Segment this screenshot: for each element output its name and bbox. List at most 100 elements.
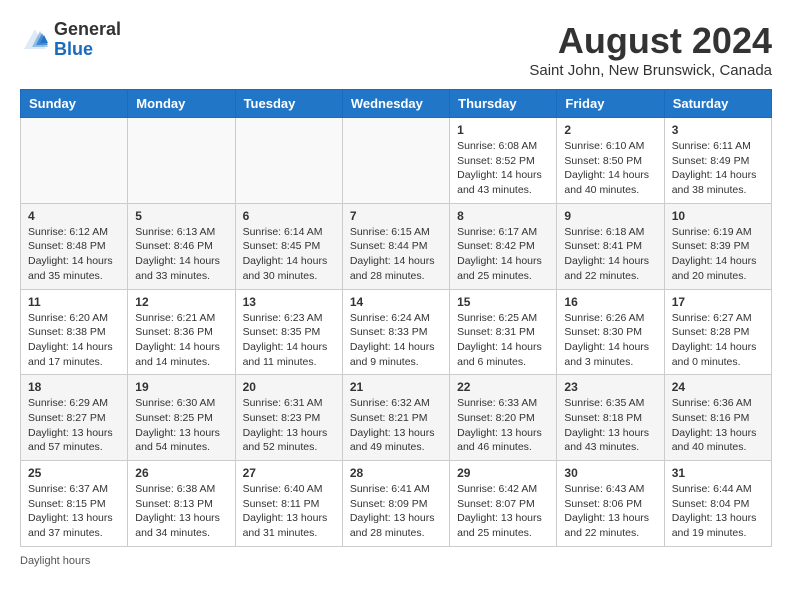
day-info: Sunrise: 6:23 AM Sunset: 8:35 PM Dayligh… <box>243 311 335 370</box>
calendar-week-row: 11Sunrise: 6:20 AM Sunset: 8:38 PM Dayli… <box>21 289 772 375</box>
day-number: 20 <box>243 380 335 394</box>
day-info: Sunrise: 6:13 AM Sunset: 8:46 PM Dayligh… <box>135 225 227 284</box>
logo-blue: Blue <box>54 39 93 59</box>
day-number: 17 <box>672 295 764 309</box>
calendar-cell: 14Sunrise: 6:24 AM Sunset: 8:33 PM Dayli… <box>342 289 449 375</box>
day-number: 18 <box>28 380 120 394</box>
day-info: Sunrise: 6:11 AM Sunset: 8:49 PM Dayligh… <box>672 139 764 198</box>
day-number: 28 <box>350 466 442 480</box>
day-number: 7 <box>350 209 442 223</box>
calendar-week-row: 25Sunrise: 6:37 AM Sunset: 8:15 PM Dayli… <box>21 461 772 547</box>
calendar-cell: 17 Sunrise: 6:27 AM Sunset: 8:28 PM Dayli… <box>664 289 771 375</box>
day-info: Sunrise: 6:15 AM Sunset: 8:44 PM Dayligh… <box>350 225 442 284</box>
day-info: Sunrise: 6:33 AM Sunset: 8:20 PM Dayligh… <box>457 396 549 455</box>
day-number: 10 <box>672 209 764 223</box>
calendar-cell: 4 Sunrise: 6:12 AM Sunset: 8:48 PM Daylig… <box>21 203 128 289</box>
day-number: 22 <box>457 380 549 394</box>
calendar-cell: 21Sunrise: 6:32 AM Sunset: 8:21 PM Dayli… <box>342 375 449 461</box>
calendar-cell: 8 Sunrise: 6:17 AM Sunset: 8:42 PM Daylig… <box>450 203 557 289</box>
day-number: 15 <box>457 295 549 309</box>
calendar-cell: 30Sunrise: 6:43 AM Sunset: 8:06 PM Dayli… <box>557 461 664 547</box>
day-number: 12 <box>135 295 227 309</box>
calendar-cell: 11Sunrise: 6:20 AM Sunset: 8:38 PM Dayli… <box>21 289 128 375</box>
calendar-cell <box>342 118 449 204</box>
calendar-cell: 12 Sunrise: 6:21 AM Sunset: 8:36 PM Dayli… <box>128 289 235 375</box>
day-number: 2 <box>564 123 656 137</box>
day-number: 19 <box>135 380 227 394</box>
logo-general: General <box>54 19 121 39</box>
calendar-cell: 24Sunrise: 6:36 AM Sunset: 8:16 PM Dayli… <box>664 375 771 461</box>
day-number: 14 <box>350 295 442 309</box>
calendar-cell: 19Sunrise: 6:30 AM Sunset: 8:25 PM Dayli… <box>128 375 235 461</box>
day-info: Sunrise: 6:17 AM Sunset: 8:42 PM Dayligh… <box>457 225 549 284</box>
day-number: 23 <box>564 380 656 394</box>
day-number: 6 <box>243 209 335 223</box>
calendar-cell: 2 Sunrise: 6:10 AM Sunset: 8:50 PM Daylig… <box>557 118 664 204</box>
calendar-cell: 3Sunrise: 6:11 AM Sunset: 8:49 PM Daylig… <box>664 118 771 204</box>
day-number: 1 <box>457 123 549 137</box>
day-number: 8 <box>457 209 549 223</box>
calendar-cell: 20Sunrise: 6:31 AM Sunset: 8:23 PM Dayli… <box>235 375 342 461</box>
calendar-week-row: 18 Sunrise: 6:29 AM Sunset: 8:27 PM Dayli… <box>21 375 772 461</box>
calendar-cell: 10Sunrise: 6:19 AM Sunset: 8:39 PM Dayli… <box>664 203 771 289</box>
day-info: Sunrise: 6:32 AM Sunset: 8:21 PM Dayligh… <box>350 396 442 455</box>
calendar-cell <box>235 118 342 204</box>
day-info: Sunrise: 6:12 AM Sunset: 8:48 PM Dayligh… <box>28 225 120 284</box>
day-info: Sunrise: 6:41 AM Sunset: 8:09 PM Dayligh… <box>350 482 442 541</box>
day-info: Sunrise: 6:38 AM Sunset: 8:13 PM Dayligh… <box>135 482 227 541</box>
weekday-header-cell: Wednesday <box>342 90 449 118</box>
day-info: Sunrise: 6:29 AM Sunset: 8:27 PM Dayligh… <box>28 396 120 455</box>
calendar-cell: 16Sunrise: 6:26 AM Sunset: 8:30 PM Dayli… <box>557 289 664 375</box>
calendar-week-row: 4 Sunrise: 6:12 AM Sunset: 8:48 PM Daylig… <box>21 203 772 289</box>
calendar-cell: 31 Sunrise: 6:44 AM Sunset: 8:04 PM Dayli… <box>664 461 771 547</box>
calendar-table: SundayMondayTuesdayWednesdayThursdayFrid… <box>20 89 772 547</box>
calendar-body: 1Sunrise: 6:08 AM Sunset: 8:52 PM Daylig… <box>21 118 772 547</box>
calendar-cell: 22 Sunrise: 6:33 AM Sunset: 8:20 PM Dayli… <box>450 375 557 461</box>
day-info: Sunrise: 6:10 AM Sunset: 8:50 PM Dayligh… <box>564 139 656 198</box>
page-header: General Blue August 2024 Saint John, New… <box>20 20 772 79</box>
weekday-header-cell: Monday <box>128 90 235 118</box>
day-info: Sunrise: 6:25 AM Sunset: 8:31 PM Dayligh… <box>457 311 549 370</box>
calendar-cell: 25Sunrise: 6:37 AM Sunset: 8:15 PM Dayli… <box>21 461 128 547</box>
location: Saint John, New Brunswick, Canada <box>529 62 772 79</box>
day-number: 5 <box>135 209 227 223</box>
calendar-cell: 28 Sunrise: 6:41 AM Sunset: 8:09 PM Dayli… <box>342 461 449 547</box>
day-info: Sunrise: 6:27 AM Sunset: 8:28 PM Dayligh… <box>672 311 764 370</box>
calendar-cell: 9 Sunrise: 6:18 AM Sunset: 8:41 PM Daylig… <box>557 203 664 289</box>
calendar-cell: 27Sunrise: 6:40 AM Sunset: 8:11 PM Dayli… <box>235 461 342 547</box>
day-info: Sunrise: 6:40 AM Sunset: 8:11 PM Dayligh… <box>243 482 335 541</box>
logo: General Blue <box>20 20 121 60</box>
calendar-cell: 23 Sunrise: 6:35 AM Sunset: 8:18 PM Dayli… <box>557 375 664 461</box>
calendar-cell: 29Sunrise: 6:42 AM Sunset: 8:07 PM Dayli… <box>450 461 557 547</box>
month-year: August 2024 <box>529 20 772 62</box>
calendar-cell: 1Sunrise: 6:08 AM Sunset: 8:52 PM Daylig… <box>450 118 557 204</box>
day-info: Sunrise: 6:18 AM Sunset: 8:41 PM Dayligh… <box>564 225 656 284</box>
calendar-cell: 26 Sunrise: 6:38 AM Sunset: 8:13 PM Dayli… <box>128 461 235 547</box>
weekday-header-cell: Tuesday <box>235 90 342 118</box>
calendar-week-row: 1Sunrise: 6:08 AM Sunset: 8:52 PM Daylig… <box>21 118 772 204</box>
day-info: Sunrise: 6:42 AM Sunset: 8:07 PM Dayligh… <box>457 482 549 541</box>
calendar-cell: 5 Sunrise: 6:13 AM Sunset: 8:46 PM Daylig… <box>128 203 235 289</box>
day-number: 11 <box>28 295 120 309</box>
calendar-cell: 6 Sunrise: 6:14 AM Sunset: 8:45 PM Daylig… <box>235 203 342 289</box>
calendar-cell: 7 Sunrise: 6:15 AM Sunset: 8:44 PM Daylig… <box>342 203 449 289</box>
weekday-header-cell: Saturday <box>664 90 771 118</box>
calendar-cell <box>21 118 128 204</box>
day-info: Sunrise: 6:14 AM Sunset: 8:45 PM Dayligh… <box>243 225 335 284</box>
day-number: 9 <box>564 209 656 223</box>
day-info: Sunrise: 6:35 AM Sunset: 8:18 PM Dayligh… <box>564 396 656 455</box>
calendar-cell: 13Sunrise: 6:23 AM Sunset: 8:35 PM Dayli… <box>235 289 342 375</box>
day-number: 25 <box>28 466 120 480</box>
day-number: 31 <box>672 466 764 480</box>
title-block: August 2024 Saint John, New Brunswick, C… <box>529 20 772 79</box>
day-info: Sunrise: 6:44 AM Sunset: 8:04 PM Dayligh… <box>672 482 764 541</box>
day-info: Sunrise: 6:36 AM Sunset: 8:16 PM Dayligh… <box>672 396 764 455</box>
calendar-cell: 18 Sunrise: 6:29 AM Sunset: 8:27 PM Dayli… <box>21 375 128 461</box>
footer-note: Daylight hours <box>20 555 772 567</box>
day-number: 4 <box>28 209 120 223</box>
day-number: 26 <box>135 466 227 480</box>
day-number: 16 <box>564 295 656 309</box>
day-info: Sunrise: 6:21 AM Sunset: 8:36 PM Dayligh… <box>135 311 227 370</box>
day-info: Sunrise: 6:43 AM Sunset: 8:06 PM Dayligh… <box>564 482 656 541</box>
weekday-header-cell: Sunday <box>21 90 128 118</box>
